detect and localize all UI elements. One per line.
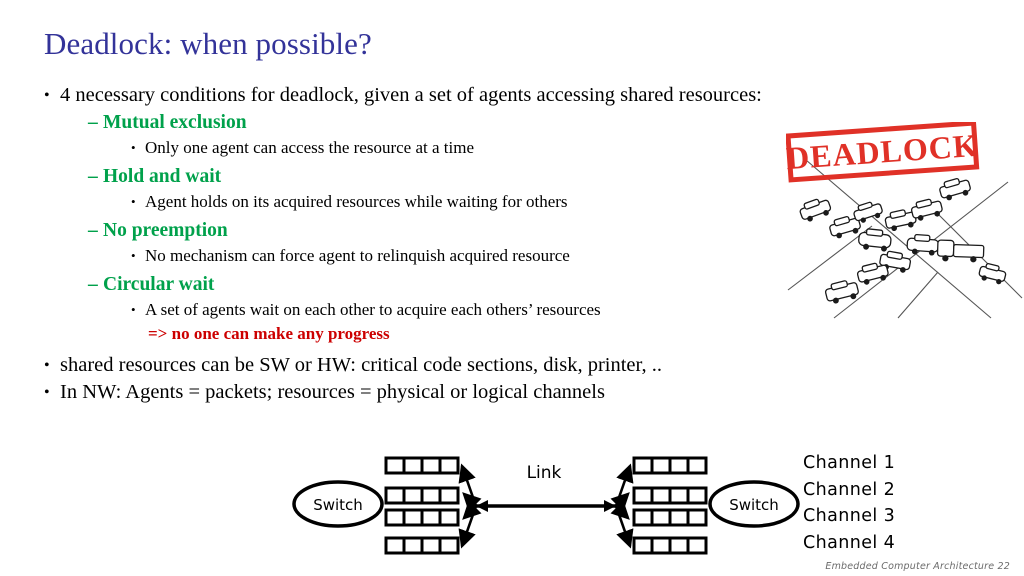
condition-detail-circular-wait: • A set of agents wait on each other to … — [0, 298, 800, 322]
crossroads-lines — [787, 159, 1023, 319]
condition-detail-mutual-exclusion: • Only one agent can access the resource… — [0, 136, 800, 160]
buffer-row — [384, 486, 460, 505]
condition-detail-text: Agent holds on its acquired resources wh… — [145, 192, 568, 211]
deadlock-traffic-figure: DEADLOCK — [786, 122, 1024, 320]
right-arrows — [610, 463, 634, 549]
buffer-row — [384, 456, 460, 475]
bullet-intro: • 4 necessary conditions for deadlock, g… — [0, 82, 800, 109]
condition-name: Mutual exclusion — [103, 112, 247, 133]
dash-marker-icon: – — [88, 274, 98, 295]
page-title: Deadlock: when possible? — [44, 26, 372, 61]
buffer-row — [632, 486, 708, 505]
link-label: Link — [527, 463, 562, 483]
dash-marker-icon: – — [88, 220, 98, 241]
channel-legend: Channel 1 Channel 2 Channel 3 Channel 4 — [803, 450, 895, 556]
condition-heading-mutual-exclusion: – Mutual exclusion — [0, 109, 800, 136]
bullet-marker-icon: • — [131, 248, 136, 263]
bullet-intro-text: 4 necessary conditions for deadlock, giv… — [60, 84, 762, 106]
condition-detail-text: Only one agent can access the resource a… — [145, 138, 474, 157]
bullet-network-mapping-text: In NW: Agents = packets; resources = phy… — [60, 381, 605, 403]
buffer-row — [384, 536, 460, 555]
condition-detail-text: A set of agents wait on each other to ac… — [145, 300, 601, 319]
bullet-marker-icon: • — [44, 87, 50, 104]
link: Link — [476, 463, 616, 512]
condition-detail-text: No mechanism can force agent to relinqui… — [145, 246, 570, 265]
bullet-marker-icon: • — [44, 357, 50, 374]
condition-name: Hold and wait — [103, 166, 222, 187]
deadlock-stamp: DEADLOCK — [786, 122, 980, 183]
condition-heading-hold-and-wait: – Hold and wait — [0, 163, 800, 190]
dash-marker-icon: – — [88, 112, 98, 133]
buffer-row — [632, 508, 708, 527]
buffer-row — [632, 536, 708, 555]
left-switch: Switch — [292, 480, 384, 528]
bullet-marker-icon: • — [131, 194, 136, 209]
switch-link-diagram: Switch Link Switch — [286, 444, 806, 560]
channel-legend-item: Channel 2 — [803, 479, 896, 500]
slide-footer: Embedded Computer Architecture 22 — [825, 561, 1010, 572]
right-switch-label: Switch — [729, 496, 779, 514]
left-switch-label: Switch — [313, 496, 363, 514]
condition-detail-no-preemption: • No mechanism can force agent to relinq… — [0, 244, 800, 268]
right-switch: Switch — [708, 480, 800, 528]
bullet-marker-icon: • — [131, 140, 136, 155]
condition-heading-circular-wait: – Circular wait — [0, 271, 800, 298]
channel-legend-item: Channel 1 — [803, 453, 896, 473]
bullet-marker-icon: • — [131, 302, 136, 317]
bullet-marker-icon: • — [44, 384, 50, 401]
slide-body: • 4 necessary conditions for deadlock, g… — [0, 82, 800, 406]
dash-marker-icon: – — [88, 166, 98, 187]
bullet-network-mapping: • In NW: Agents = packets; resources = p… — [0, 379, 800, 406]
channel-legend-item: Channel 3 — [803, 506, 896, 526]
buffer-row — [384, 508, 460, 527]
bullet-shared-resources-text: shared resources can be SW or HW: critic… — [60, 354, 663, 376]
left-buffers — [384, 456, 460, 555]
right-buffers — [632, 456, 708, 555]
condition-detail-hold-and-wait: • Agent holds on its acquired resources … — [0, 190, 800, 214]
buffer-row — [632, 456, 708, 475]
left-arrows — [458, 463, 482, 549]
bullet-shared-resources: • shared resources can be SW or HW: crit… — [0, 352, 800, 379]
car-cluster — [799, 178, 1007, 304]
condition-name: No preemption — [103, 220, 228, 241]
condition-note-no-progress: => no one can make any progress — [148, 324, 390, 343]
condition-heading-no-preemption: – No preemption — [0, 217, 800, 244]
condition-name: Circular wait — [103, 274, 215, 295]
channel-legend-item: Channel 4 — [803, 532, 896, 553]
